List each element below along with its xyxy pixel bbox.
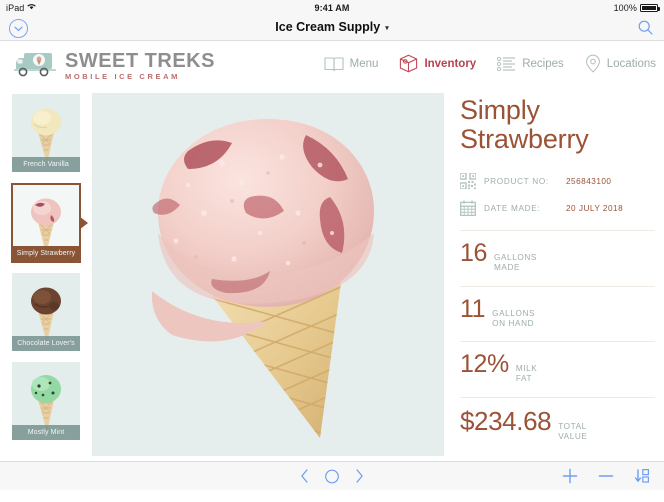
home-indicator-area [0,490,664,502]
brand-name: SWEET TREKS [65,49,215,72]
tab-locations[interactable]: Locations [585,54,656,73]
stat-milk-fat: 12% MILK FAT [460,342,655,386]
battery-percent: 100% [613,2,637,13]
logo-text: SWEET TREKS MOBILE ICE CREAM [65,51,215,81]
tab-recipes[interactable]: Recipes [497,56,564,72]
stat-value: $234.68 [460,405,552,436]
sidebar-item-label: Simply Strawberry [13,246,79,261]
box-icon [399,54,418,73]
flavor-sidebar: French Vanilla Simply Strawberry Chocola… [0,89,88,461]
record-actions-group [562,468,650,484]
stat-gallons-made: 16 GALLONS MADE [460,231,655,275]
status-bar-right: 100% [613,2,660,13]
calendar-icon [460,200,476,217]
tab-recipes-label: Recipes [522,57,564,70]
product-detail-panel: Simply Strawberry PRODUCT NO: 256843100 … [459,96,655,456]
selected-indicator-arrow-icon [79,216,88,230]
ios-status-bar: iPad 9:41 AM 100% [0,0,664,15]
product-title-line1: Simply [460,95,540,125]
tab-inventory[interactable]: Inventory [399,54,476,73]
tab-inventory-label: Inventory [424,57,477,70]
meta-value: 20 JULY 2018 [566,203,624,213]
bottom-toolbar [0,461,664,490]
sidebar-item-label: French Vanilla [12,157,80,172]
stat-gallons-on-hand: 11 GALLONS ON HAND [460,287,655,331]
tab-menu-label: Menu [349,57,379,70]
product-title: Simply Strawberry [460,96,655,153]
chevron-left-icon[interactable] [301,469,309,483]
product-meta-list: PRODUCT NO: 256843100 DATE MADE: 20 JULY… [459,172,655,217]
product-title-line2: Strawberry [460,123,589,154]
meta-row-product-no: PRODUCT NO: 256843100 [459,172,655,190]
meta-label: PRODUCT NO: [484,176,549,186]
chevron-down-icon: ▾ [385,24,389,32]
map-pin-icon [585,54,601,73]
record-navigation-group [301,469,364,484]
tab-menu[interactable]: Menu [324,56,379,72]
meta-value: 256843100 [566,176,612,186]
page-title-text: Ice Cream Supply [275,20,381,34]
sidebar-item-label: Chocolate Lover's [12,336,80,351]
ice-cream-truck-icon [12,48,58,83]
stat-label: TOTAL VALUE [558,421,588,441]
plus-icon[interactable] [562,468,578,484]
sidebar-item-french-vanilla[interactable]: French Vanilla [12,94,80,172]
navigation-title-bar: Ice Cream Supply ▾ [0,15,664,57]
circle-icon[interactable] [325,469,340,484]
stat-value: 16 [460,239,488,268]
sidebar-item-label: Mostly Mint [12,425,80,440]
stat-value: 12% [460,350,509,379]
sidebar-item-simply-strawberry[interactable]: Simply Strawberry [11,183,88,263]
status-bar-time: 9:41 AM [314,2,350,13]
strawberry-ice-cream-cone-photo [92,93,444,456]
qr-code-icon [459,172,477,190]
app-window: iPad 9:41 AM 100% Ice Cream Supply ▾ SWE… [0,0,664,502]
stat-label: GALLONS ON HAND [492,308,536,328]
page-title[interactable]: Ice Cream Supply ▾ [0,20,664,34]
app-logo: SWEET TREKS MOBILE ICE CREAM [12,48,215,83]
chevron-right-icon[interactable] [356,469,364,483]
battery-full-icon [640,3,660,12]
main-navigation-tabs: Menu Inventory Recipes Locations [324,54,656,73]
stat-label: GALLONS MADE [494,253,537,273]
minus-icon[interactable] [598,468,614,484]
stat-label: MILK FAT [515,364,538,384]
meta-label: DATE MADE: [484,203,541,213]
product-image-panel [92,93,444,456]
sort-a-z-icon[interactable] [634,468,650,484]
tab-locations-label: Locations [606,57,656,70]
search-icon[interactable] [638,20,653,40]
book-icon [324,56,344,72]
stat-value: 11 [460,294,486,323]
list-icon [497,56,516,72]
sidebar-item-chocolate-lovers[interactable]: Chocolate Lover's [12,273,80,351]
brand-tagline: MOBILE ICE CREAM [65,71,180,81]
stat-total-value: $234.68 TOTAL VALUE [460,398,655,444]
sidebar-item-mostly-mint[interactable]: Mostly Mint [12,362,80,440]
brand-header: SWEET TREKS MOBILE ICE CREAM Menu Invent… [0,42,664,89]
meta-row-date-made: DATE MADE: 20 JULY 2018 [460,200,655,217]
